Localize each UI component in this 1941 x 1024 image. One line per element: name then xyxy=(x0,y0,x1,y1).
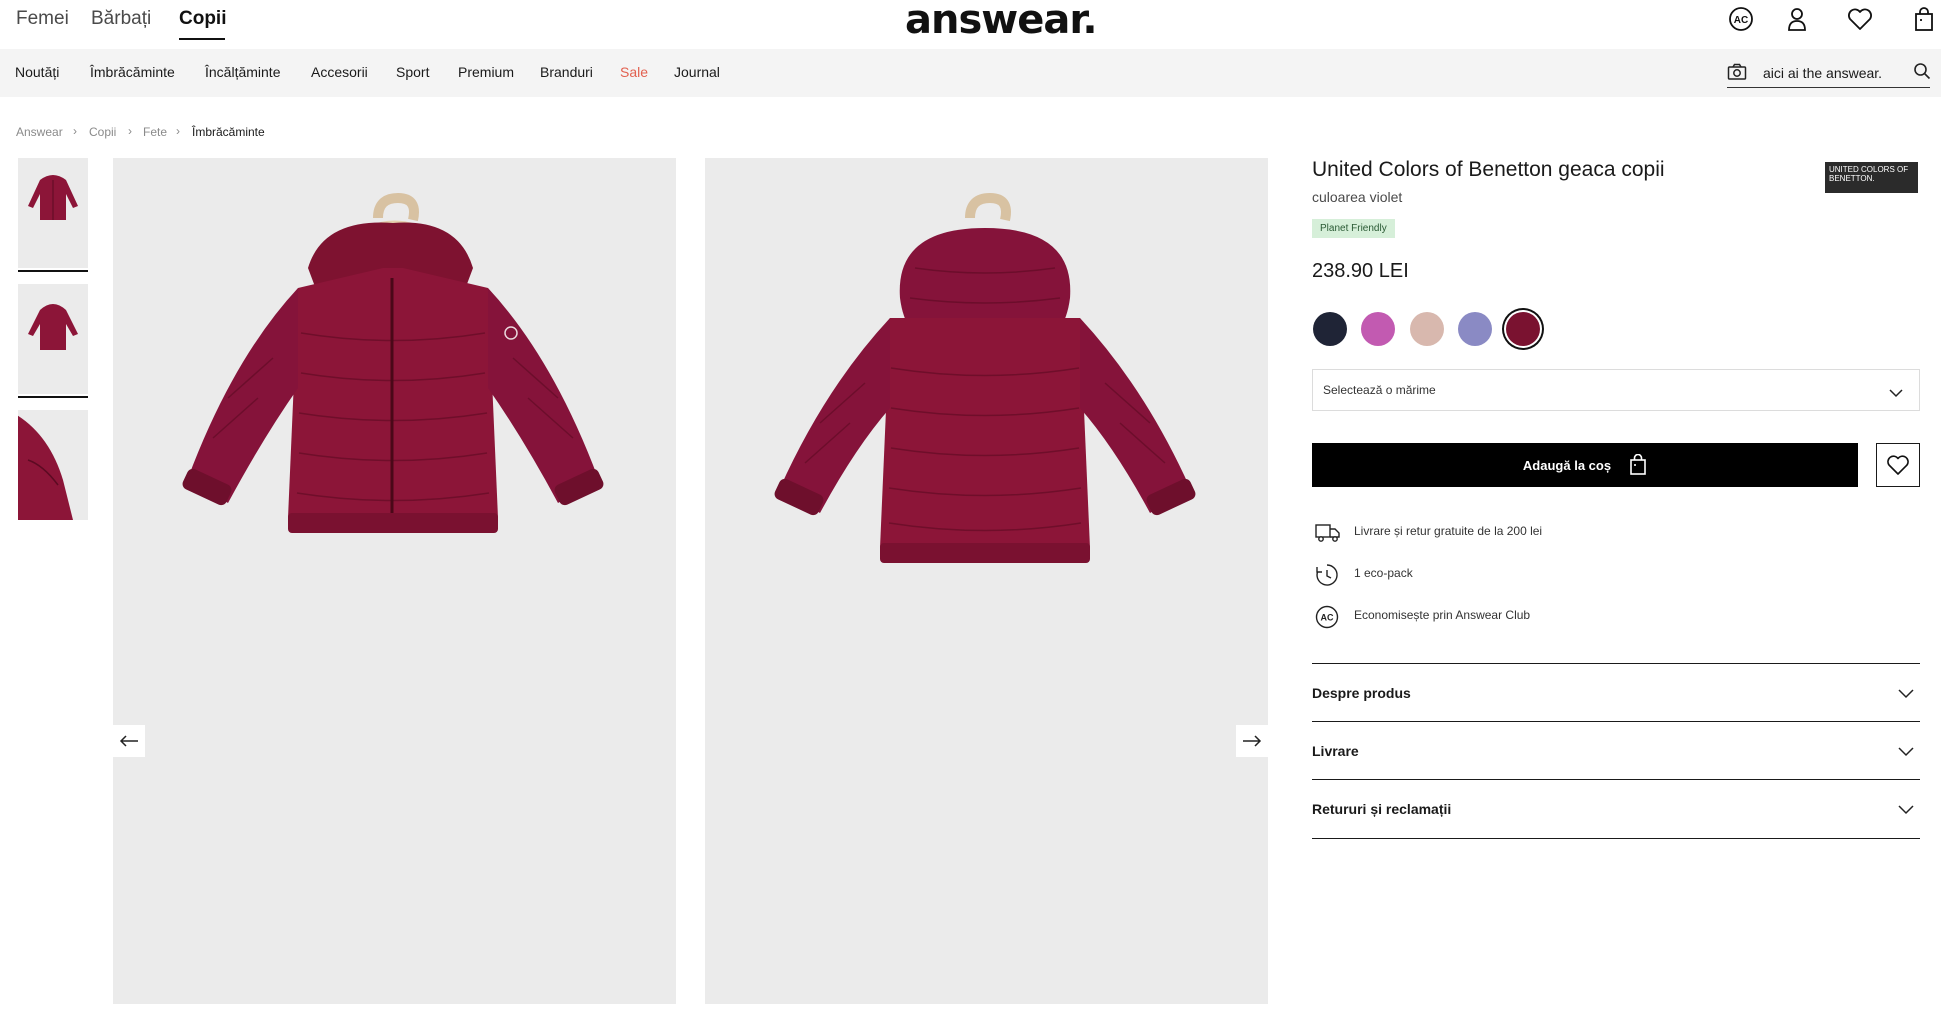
color-swatch-violet[interactable] xyxy=(1506,312,1540,346)
nav-item-imbracaminte[interactable]: Îmbrăcăminte xyxy=(90,64,175,80)
product-image-front[interactable] xyxy=(113,158,676,1004)
search-input[interactable] xyxy=(1763,63,1903,83)
gender-tab-femei[interactable]: Femei xyxy=(16,8,69,30)
accordion-label: Despre produs xyxy=(1312,685,1411,701)
thumbnail-detail[interactable] xyxy=(18,410,88,520)
color-swatch-beige[interactable] xyxy=(1410,312,1444,346)
size-select[interactable]: Selectează o mărime xyxy=(1312,369,1920,411)
breadcrumb-separator: › xyxy=(128,124,132,138)
breadcrumb-separator: › xyxy=(176,124,180,138)
accordion-retururi[interactable]: Retururi și reclamații xyxy=(1312,779,1920,838)
gallery-prev-button[interactable] xyxy=(113,725,145,757)
accordion-livrare[interactable]: Livrare xyxy=(1312,721,1920,780)
nav-item-premium[interactable]: Premium xyxy=(458,64,514,80)
product-color-label: culoarea violet xyxy=(1312,189,1403,205)
size-select-placeholder: Selectează o mărime xyxy=(1323,383,1436,397)
shopping-bag-icon xyxy=(1629,454,1647,476)
active-tab-underline xyxy=(179,38,225,40)
search-bar xyxy=(1727,59,1931,88)
nav-item-incaltaminte[interactable]: Încălțăminte xyxy=(205,64,280,80)
chevron-down-icon xyxy=(1889,385,1903,403)
nav-item-journal[interactable]: Journal xyxy=(674,64,720,80)
heart-icon[interactable] xyxy=(1846,5,1874,33)
gallery-next-button[interactable] xyxy=(1236,725,1268,757)
accordion-label: Retururi și reclamații xyxy=(1312,801,1452,817)
color-swatch-navy[interactable] xyxy=(1313,312,1347,346)
club-icon-text: AC xyxy=(1734,15,1748,26)
breadcrumb-imbracaminte[interactable]: Îmbrăcăminte xyxy=(192,125,265,139)
nav-item-sale[interactable]: Sale xyxy=(620,64,648,80)
add-to-cart-label: Adaugă la coș xyxy=(1522,457,1612,473)
answear-club-icon[interactable]: AC xyxy=(1727,5,1755,33)
club-icon-text: AC xyxy=(1321,613,1334,623)
arrow-left-icon xyxy=(119,735,138,747)
breadcrumb-answear[interactable]: Answear xyxy=(16,125,63,139)
planet-friendly-badge: Planet Friendly xyxy=(1312,219,1395,238)
shopping-bag-icon[interactable] xyxy=(1910,5,1938,33)
nav-item-accesorii[interactable]: Accesorii xyxy=(311,64,368,80)
info-delivery-text: Livrare și retur gratuite de la 200 lei xyxy=(1354,524,1543,538)
camera-icon[interactable] xyxy=(1727,63,1747,86)
info-eco-pack-text: 1 eco-pack xyxy=(1354,566,1413,580)
user-icon[interactable] xyxy=(1783,5,1811,33)
add-to-cart-button[interactable]: Adaugă la coș xyxy=(1312,443,1858,487)
nav-item-branduri[interactable]: Branduri xyxy=(540,64,593,80)
nav-item-sport[interactable]: Sport xyxy=(396,64,429,80)
eco-pack-icon xyxy=(1314,562,1340,593)
breadcrumb-separator: › xyxy=(73,124,77,138)
heart-icon xyxy=(1887,455,1909,475)
arrow-right-icon xyxy=(1243,735,1262,747)
thumbnail-front[interactable] xyxy=(18,158,88,268)
thumbnail-divider xyxy=(18,396,88,398)
answear-club-icon: AC xyxy=(1314,604,1340,635)
thumbnail-active-indicator xyxy=(18,270,88,272)
nav-item-noutati[interactable]: Noutăți xyxy=(15,64,59,80)
breadcrumb-fete[interactable]: Fete xyxy=(143,125,167,139)
color-swatch-lavender[interactable] xyxy=(1458,312,1492,346)
chevron-down-icon xyxy=(1898,744,1914,762)
gender-tab-copii[interactable]: Copii xyxy=(179,8,227,30)
search-icon[interactable] xyxy=(1913,62,1931,85)
accordion-label: Livrare xyxy=(1312,743,1359,759)
accordion-bottom-divider xyxy=(1312,838,1920,839)
thumbnail-back[interactable] xyxy=(18,284,88,394)
accordion-despre-produs[interactable]: Despre produs xyxy=(1312,663,1920,722)
product-price: 238.90 LEI xyxy=(1312,260,1409,282)
brand-logo[interactable]: UNITED COLORS OF BENETTON. xyxy=(1825,162,1918,193)
product-image-back[interactable] xyxy=(705,158,1268,1004)
answear-logo[interactable]: answear. xyxy=(905,0,1098,43)
color-swatch-pink[interactable] xyxy=(1361,312,1395,346)
top-bar: Femei Bărbați Copii answear. AC xyxy=(0,0,1941,49)
breadcrumb-copii[interactable]: Copii xyxy=(89,125,116,139)
add-to-wishlist-button[interactable] xyxy=(1876,443,1920,487)
category-nav: Noutăți Îmbrăcăminte Încălțăminte Acceso… xyxy=(0,49,1941,97)
chevron-down-icon xyxy=(1898,686,1914,704)
info-club-text[interactable]: Economisește prin Answear Club xyxy=(1354,608,1530,622)
product-title: United Colors of Benetton geaca copii xyxy=(1312,158,1665,181)
chevron-down-icon xyxy=(1898,802,1914,820)
delivery-truck-icon xyxy=(1314,520,1342,549)
gender-tab-barbati[interactable]: Bărbați xyxy=(91,8,151,30)
